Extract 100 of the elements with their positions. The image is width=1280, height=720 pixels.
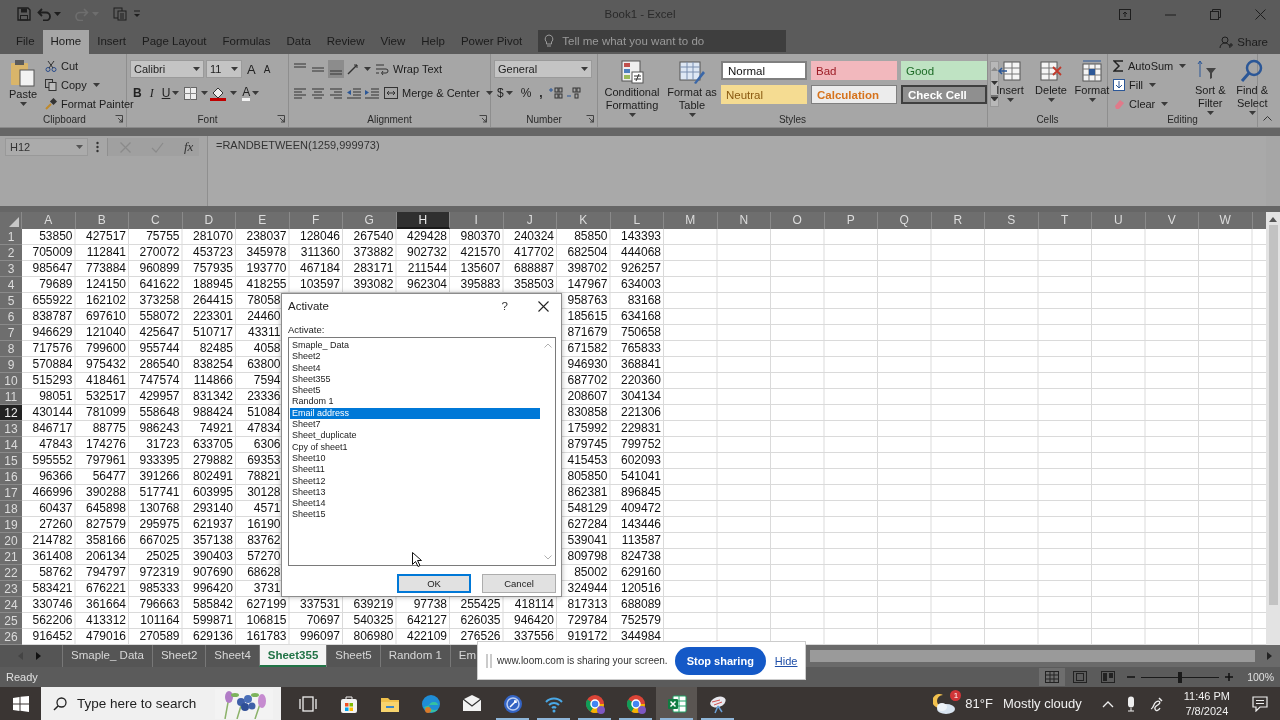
- row-header[interactable]: 19: [0, 517, 22, 533]
- clock-time[interactable]: 11:46 PM: [1183, 688, 1230, 704]
- list-item[interactable]: Sheet13: [290, 486, 540, 499]
- list-item[interactable]: Smaple_ Data: [290, 340, 540, 352]
- list-item[interactable]: Email address: [290, 407, 540, 420]
- row-header[interactable]: 9: [0, 357, 22, 373]
- align-left-icon[interactable]: [292, 85, 308, 101]
- row-header[interactable]: 6: [0, 309, 22, 325]
- row-header[interactable]: 21: [0, 549, 22, 565]
- clock-date[interactable]: 7/8/2024: [1185, 703, 1229, 719]
- notifications-icon[interactable]: [1252, 695, 1268, 712]
- wrap-text-button[interactable]: Wrap Text: [373, 60, 445, 78]
- name-box[interactable]: H12: [5, 138, 88, 156]
- cell-style-item[interactable]: Normal: [721, 61, 807, 80]
- gallery-scrollbar[interactable]: [990, 61, 999, 107]
- row-header[interactable]: 18: [0, 501, 22, 517]
- start-icon[interactable]: [13, 695, 29, 712]
- dialog-launcher-icon[interactable]: [115, 115, 123, 123]
- list-item[interactable]: Sheet2: [290, 351, 540, 363]
- ribbon-display-icon[interactable]: [1119, 8, 1131, 20]
- save-icon[interactable]: [17, 7, 31, 21]
- row-header[interactable]: 10: [0, 373, 22, 389]
- dialog-launcher-icon[interactable]: [479, 115, 487, 123]
- cell-style-item[interactable]: Check Cell: [901, 85, 987, 104]
- sort-filter-button[interactable]: Sort & Filter: [1191, 57, 1230, 115]
- find-select-button[interactable]: Find & Select: [1232, 57, 1273, 115]
- underline-button[interactable]: U: [158, 84, 183, 102]
- paste-button[interactable]: Paste: [6, 57, 40, 106]
- slider-thumb[interactable]: [1178, 671, 1183, 683]
- row-header[interactable]: 20: [0, 533, 22, 549]
- percent-button[interactable]: %: [517, 84, 535, 102]
- row-header[interactable]: 15: [0, 453, 22, 469]
- borders-icon[interactable]: [184, 86, 198, 100]
- row-header[interactable]: 25: [0, 613, 22, 629]
- row-header[interactable]: 24: [0, 597, 22, 613]
- italic-button[interactable]: I: [146, 84, 157, 102]
- cut-button[interactable]: Cut: [43, 57, 81, 75]
- row-header[interactable]: 1: [0, 229, 22, 245]
- normal-view-icon[interactable]: [1039, 668, 1066, 686]
- insert-function-button[interactable]: fx: [184, 139, 194, 155]
- list-item[interactable]: Sheet5: [290, 385, 540, 397]
- row-header[interactable]: 13: [0, 421, 22, 437]
- select-all-icon[interactable]: [9, 217, 19, 227]
- decrease-decimal-icon[interactable]: [565, 85, 582, 101]
- list-item[interactable]: Random 1: [290, 396, 540, 408]
- chevron-up-icon[interactable]: [1101, 699, 1114, 708]
- row-header[interactable]: 17: [0, 485, 22, 501]
- row-header[interactable]: 26: [0, 629, 22, 645]
- insert-button[interactable]: Insert: [991, 57, 1029, 102]
- list-item[interactable]: Sheet12: [290, 475, 540, 487]
- dialog-launcher-icon[interactable]: [277, 115, 285, 123]
- list-item[interactable]: Sheet14: [290, 498, 540, 510]
- restore-icon[interactable]: [1210, 8, 1221, 20]
- fill-color-icon[interactable]: [210, 85, 227, 101]
- row-header[interactable]: 12: [0, 405, 22, 421]
- search-field[interactable]: Tell me what you want to do: [538, 30, 787, 52]
- collapse-ribbon-icon[interactable]: [1263, 115, 1272, 121]
- list-item[interactable]: Sheet7: [290, 419, 540, 431]
- autosum-button[interactable]: AutoSum: [1111, 57, 1189, 75]
- format-as-table-button[interactable]: Format as Table: [666, 57, 718, 117]
- zoom-level[interactable]: 100%: [1247, 671, 1274, 683]
- align-center-icon[interactable]: [310, 85, 326, 101]
- dialog-button[interactable]: OK: [397, 574, 471, 593]
- more-options-icon[interactable]: [96, 141, 99, 153]
- currency-button[interactable]: $: [494, 84, 516, 102]
- merge-center-button[interactable]: Merge & Center: [382, 84, 495, 102]
- font-size-field[interactable]: 11: [206, 60, 242, 78]
- vertical-scrollbar[interactable]: [1266, 212, 1280, 645]
- row-header[interactable]: 2: [0, 245, 22, 261]
- row-header[interactable]: 3: [0, 261, 22, 277]
- conditional-formatting-button[interactable]: Conditional Formatting: [601, 57, 663, 117]
- dialog-button[interactable]: Cancel: [482, 574, 556, 593]
- cell-style-item[interactable]: Bad: [811, 61, 897, 80]
- cell-style-item[interactable]: Good: [901, 61, 987, 80]
- help-button[interactable]: ?: [501, 300, 508, 312]
- format-button[interactable]: Format: [1073, 57, 1111, 102]
- ribbon-tab[interactable]: Home: [42, 30, 90, 54]
- stop-sharing-button[interactable]: Stop sharing: [674, 646, 766, 675]
- row-header[interactable]: 4: [0, 277, 22, 293]
- bold-button[interactable]: B: [130, 84, 145, 102]
- taskbar-button[interactable]: [656, 687, 697, 720]
- delete-button[interactable]: Delete: [1032, 57, 1070, 102]
- decrease-indent-icon[interactable]: [346, 85, 362, 101]
- align-right-icon[interactable]: [328, 85, 344, 101]
- increase-decimal-icon[interactable]: [547, 85, 564, 101]
- row-header[interactable]: 23: [0, 581, 22, 597]
- increase-font-button[interactable]: A: [244, 61, 259, 77]
- row-header[interactable]: 16: [0, 469, 22, 485]
- number-format-field[interactable]: General: [494, 60, 592, 78]
- fill-button[interactable]: Fill: [1111, 76, 1159, 94]
- dialog-launcher-icon[interactable]: [586, 115, 594, 123]
- row-header[interactable]: 7: [0, 325, 22, 341]
- undo-icon[interactable]: [37, 7, 51, 21]
- orientation-icon[interactable]: [346, 61, 360, 77]
- row-header[interactable]: 5: [0, 293, 22, 309]
- list-item[interactable]: Sheet355: [290, 373, 540, 386]
- list-item[interactable]: Sheet15: [290, 509, 540, 521]
- sheet-list[interactable]: Smaple_ Data Sheet2 Sheet4 Sheet355 Sheet5 Random 1 Email address Sheet7 Sheet_duplicate Cpy of sheet1 Sheet10 Sheet11 Sheet12 Sheet13 Sheet14 Sheet15: [288, 337, 556, 566]
- copy-icon[interactable]: [113, 7, 127, 21]
- clear-button[interactable]: Clear: [1111, 95, 1171, 113]
